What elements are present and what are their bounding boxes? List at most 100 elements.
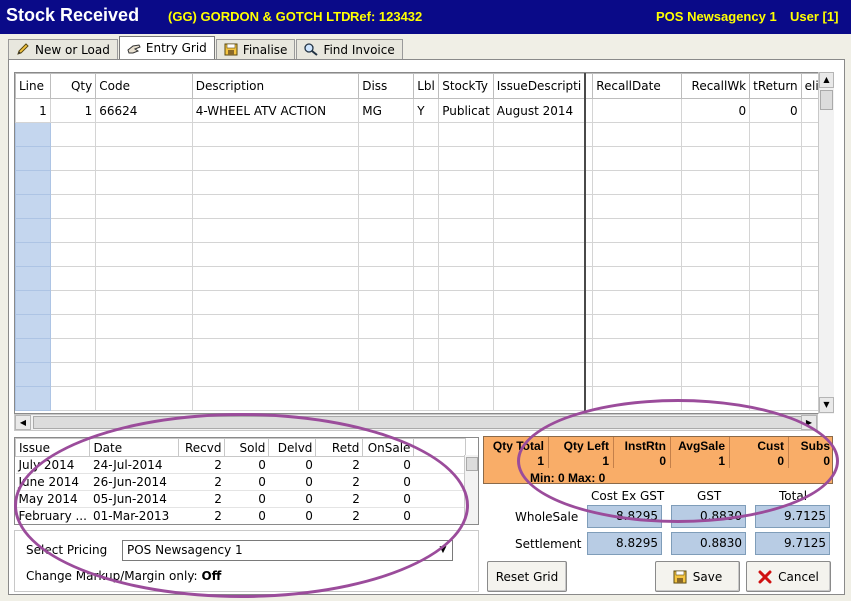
grid-cell[interactable]	[49, 146, 97, 171]
grid-cell[interactable]	[749, 146, 802, 171]
grid-cell[interactable]	[680, 170, 751, 195]
grid-cell[interactable]: 0	[680, 98, 751, 123]
grid-cell[interactable]	[584, 386, 594, 411]
grid-cell[interactable]	[413, 362, 440, 387]
grid-cell[interactable]	[749, 266, 802, 291]
grid-cell[interactable]	[15, 314, 51, 339]
table-row[interactable]	[15, 146, 831, 171]
grid-cell[interactable]	[358, 386, 415, 411]
grid-cell[interactable]: 0	[749, 98, 802, 123]
grid-cell[interactable]	[584, 266, 594, 291]
grid-cell[interactable]	[438, 362, 494, 387]
grid-cell[interactable]	[680, 146, 751, 171]
grid-cell[interactable]	[584, 314, 594, 339]
grid-cell[interactable]	[191, 290, 360, 315]
grid-cell[interactable]	[15, 266, 51, 291]
grid-cell[interactable]	[15, 146, 51, 171]
grid-cell[interactable]	[413, 146, 440, 171]
grid-cell[interactable]	[592, 146, 682, 171]
grid-cell[interactable]	[191, 362, 360, 387]
grid-cell[interactable]	[680, 122, 751, 147]
table-row[interactable]	[15, 290, 831, 315]
grid-cell[interactable]	[15, 194, 51, 219]
grid-cell[interactable]	[592, 98, 682, 123]
entry-grid[interactable]: Line Qty Code Description Diss Lbl StockTy Issu…	[14, 72, 832, 414]
grid-cell[interactable]	[749, 338, 802, 363]
grid-cell[interactable]	[413, 290, 440, 315]
grid-column-header[interactable]: RecallWk	[680, 73, 751, 99]
grid-cell[interactable]	[592, 242, 682, 267]
grid-cell[interactable]	[584, 338, 594, 363]
grid-cell[interactable]	[15, 170, 51, 195]
grid-cell[interactable]	[95, 194, 193, 219]
grid-cell[interactable]	[413, 338, 440, 363]
grid-column-header[interactable]: tReturn	[749, 73, 802, 99]
grid-cell[interactable]	[438, 242, 494, 267]
grid-cell[interactable]	[584, 290, 594, 315]
table-row[interactable]	[15, 170, 831, 195]
grid-cell[interactable]	[413, 242, 440, 267]
grid-cell[interactable]	[15, 242, 51, 267]
grid-cell[interactable]	[592, 122, 682, 147]
grid-cell[interactable]	[584, 242, 594, 267]
grid-cell[interactable]	[592, 338, 682, 363]
table-row[interactable]	[15, 194, 831, 219]
grid-cell[interactable]	[95, 122, 193, 147]
grid-cell[interactable]	[191, 314, 360, 339]
grid-cell[interactable]	[492, 170, 587, 195]
tab-new-or-load[interactable]: New or Load	[8, 39, 118, 59]
scroll-up-icon[interactable]: ▲	[819, 72, 834, 88]
grid-cell[interactable]	[49, 314, 97, 339]
grid-column-header[interactable]: Lbl	[413, 73, 440, 99]
grid-cell[interactable]	[49, 122, 97, 147]
grid-cell[interactable]	[592, 314, 682, 339]
grid-cell[interactable]	[438, 290, 494, 315]
grid-cell[interactable]	[95, 386, 193, 411]
grid-cell[interactable]	[15, 290, 51, 315]
grid-cell[interactable]	[358, 146, 415, 171]
table-row[interactable]	[15, 266, 831, 291]
grid-column-header[interactable]: RecallDate	[592, 73, 682, 99]
grid-cell[interactable]	[358, 314, 415, 339]
table-row[interactable]	[15, 338, 831, 363]
grid-cell[interactable]	[191, 266, 360, 291]
grid-cell[interactable]	[438, 386, 494, 411]
grid-cell[interactable]	[438, 122, 494, 147]
grid-cell[interactable]: Y	[413, 98, 440, 123]
scroll-thumb[interactable]	[466, 457, 478, 471]
grid-cell[interactable]	[358, 338, 415, 363]
grid-cell[interactable]	[191, 218, 360, 243]
grid-cell[interactable]	[680, 338, 751, 363]
grid-cell[interactable]	[358, 194, 415, 219]
grid-cell[interactable]	[492, 362, 587, 387]
grid-cell[interactable]	[749, 290, 802, 315]
grid-cell[interactable]	[749, 218, 802, 243]
grid-cell[interactable]	[584, 194, 594, 219]
grid-cell[interactable]	[358, 218, 415, 243]
grid-cell[interactable]	[413, 314, 440, 339]
grid-cell[interactable]	[592, 170, 682, 195]
grid-cell[interactable]	[680, 290, 751, 315]
grid-cell[interactable]	[592, 194, 682, 219]
grid-column-header[interactable]: IssueDescripti	[492, 73, 587, 99]
grid-cell[interactable]	[438, 338, 494, 363]
cancel-button[interactable]: Cancel	[746, 561, 831, 592]
tab-find-invoice[interactable]: Find Invoice	[296, 39, 403, 59]
save-button[interactable]: Save	[655, 561, 740, 592]
grid-column-header[interactable]: StockTy	[438, 73, 494, 99]
grid-cell[interactable]	[49, 194, 97, 219]
grid-cell[interactable]: MG	[358, 98, 415, 123]
grid-column-header[interactable]: Line	[15, 73, 51, 99]
grid-cell[interactable]	[413, 266, 440, 291]
grid-cell[interactable]	[413, 218, 440, 243]
grid-cell[interactable]	[358, 266, 415, 291]
grid-cell[interactable]	[492, 338, 587, 363]
table-row[interactable]	[15, 314, 831, 339]
grid-cell[interactable]	[413, 386, 440, 411]
grid-column-header[interactable]	[584, 73, 594, 99]
grid-cell[interactable]	[438, 170, 494, 195]
tab-finalise[interactable]: Finalise	[215, 39, 296, 59]
grid-cell[interactable]	[191, 242, 360, 267]
grid-cell[interactable]	[584, 362, 594, 387]
tab-entry-grid[interactable]: Entry Grid	[118, 36, 215, 59]
